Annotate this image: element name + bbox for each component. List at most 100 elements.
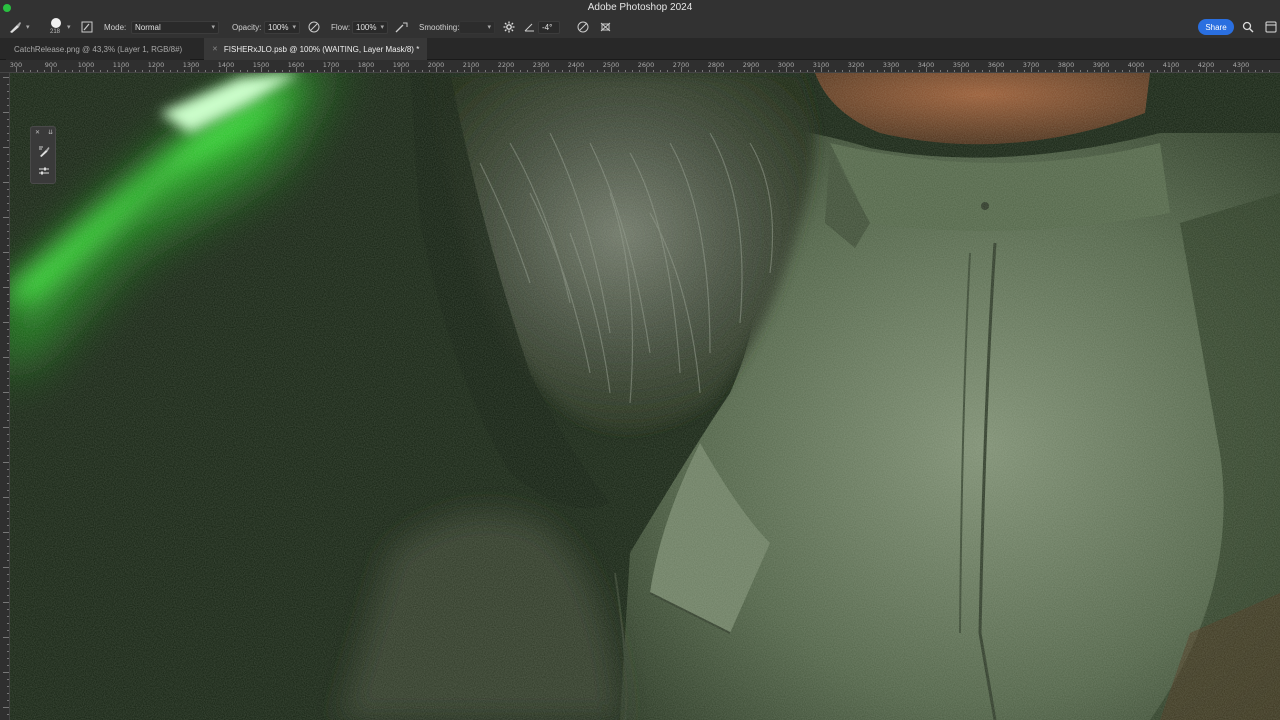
ruler-tick [7,224,9,225]
ruler-tick [674,70,675,72]
ruler-tick [7,700,9,701]
ruler-tick [7,259,9,260]
flow-value: 100% [356,22,377,32]
ruler-tick [590,70,591,72]
brush-icon[interactable] [36,143,52,159]
ruler-tick [7,266,9,267]
document-tabs: CatchRelease.png @ 43,3% (Layer 1, RGB/8… [0,38,1280,60]
brush-preset-icon[interactable] [51,18,61,28]
pressure-size-icon[interactable] [577,16,590,38]
ruler-tick [1199,70,1200,72]
ruler-tick [3,182,9,183]
gear-icon[interactable] [503,16,515,38]
workspace-icon[interactable] [1265,16,1277,38]
ruler-vertical[interactable] [0,73,10,720]
ruler-tick [492,70,493,72]
ruler-tick [597,70,598,72]
ruler-tick [779,70,780,72]
ruler-tick [177,70,178,72]
airbrush-icon[interactable] [395,16,408,38]
ruler-tick [1192,70,1193,72]
brush-size-value: 218 [50,29,61,35]
ruler-tick [7,378,9,379]
mode-select[interactable]: Normal ▾ [131,16,219,38]
ruler-tick [7,616,9,617]
symmetry-icon[interactable] [599,16,612,38]
ruler-tick [7,679,9,680]
ruler-tick [345,70,346,72]
ruler-tick [443,70,444,72]
ruler-horizontal[interactable]: 300 900 1000 1100 1200 1300 1400 1500 1600 1700 18… [0,60,1280,73]
ruler-tick [527,70,528,72]
ruler-tick [7,469,9,470]
ruler-tick [1255,70,1256,72]
opacity-field[interactable]: 100% ▾ [264,16,300,38]
ruler-tick [842,70,843,72]
ruler-tick [7,504,9,505]
ruler-tick [184,70,185,72]
share-button[interactable]: Share [1198,19,1234,35]
ruler-tick [163,70,164,72]
ruler-tick [982,70,983,72]
ruler-tick [1031,67,1032,72]
ruler-tick [450,70,451,72]
ruler-tick [380,70,381,72]
ruler-tick [3,637,9,638]
opacity-value: 100% [268,22,289,32]
tab-fisherxjlo[interactable]: ✕ FISHERxJLO.psb @ 100% (WAITING, Layer … [204,38,428,60]
flow-label: Flow: [331,22,351,32]
ruler-tick [7,630,9,631]
ruler-tick [625,70,626,72]
ruler-tick [142,70,143,72]
brush-preset-dropdown[interactable]: ▾ [64,16,71,38]
collapse-icon[interactable]: ⇊ [48,129,53,136]
search-icon[interactable] [1242,16,1254,38]
ruler-tick [1206,67,1207,72]
ruler-tick [7,119,9,120]
brush-tool-icon[interactable]: ▾ [8,16,30,38]
ruler-tick [79,70,80,72]
angle-value: -4° [542,22,553,32]
ruler-tick [247,70,248,72]
ruler-tick [863,70,864,72]
angle-field[interactable]: -4° [538,16,560,38]
ruler-tick [282,70,283,72]
ruler-tick [576,67,577,72]
ruler-tick [7,301,9,302]
ruler-tick [1059,70,1060,72]
ruler-tick [1094,70,1095,72]
ruler-tick [667,70,668,72]
ruler-tick [7,595,9,596]
ruler-tick [7,665,9,666]
ruler-tick [1227,70,1228,72]
contextual-toolbar: ✕ ⇊ [30,126,56,184]
ruler-tick [7,588,9,589]
ruler-tick [429,70,430,72]
ruler-tick [275,70,276,72]
ruler-tick [107,70,108,72]
ruler-tick [7,574,9,575]
document-canvas[interactable] [10,73,1280,720]
ruler-tick [709,70,710,72]
ruler-tick [3,287,9,288]
ruler-tick [7,441,9,442]
ruler-tick [947,70,948,72]
ruler-tick [7,546,9,547]
ruler-tick [604,70,605,72]
ruler-tick [1080,70,1081,72]
smoothing-field[interactable]: ▾ [459,16,495,38]
ruler-tick [7,98,9,99]
close-icon[interactable]: ✕ [35,129,40,136]
ruler-tick [72,70,73,72]
ruler-tick [261,67,262,72]
ruler-tick [7,154,9,155]
brush-settings-panel-icon[interactable] [81,16,93,38]
tab-catchrelease[interactable]: CatchRelease.png @ 43,3% (Layer 1, RGB/8… [6,38,191,60]
ruler-tick [506,67,507,72]
close-icon[interactable]: ✕ [212,45,218,53]
adjust-icon[interactable] [36,163,52,179]
ruler-tick [1045,70,1046,72]
pressure-opacity-icon[interactable] [308,16,320,38]
ruler-tick [569,70,570,72]
flow-field[interactable]: 100% ▾ [352,16,388,38]
